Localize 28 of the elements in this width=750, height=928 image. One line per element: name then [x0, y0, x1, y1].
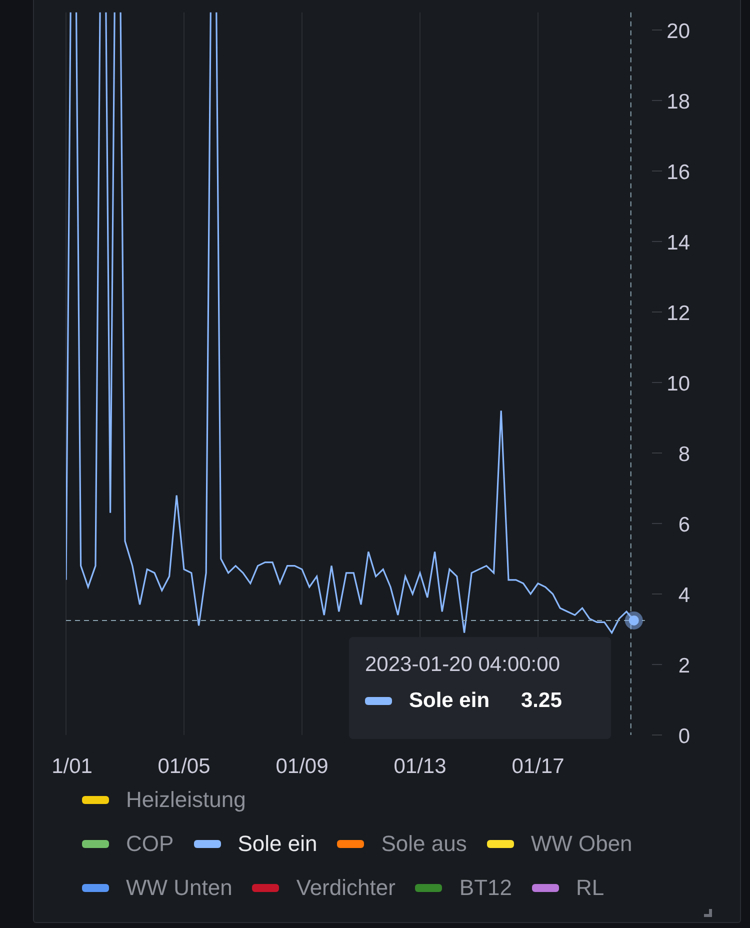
y-axis-label: 20	[666, 20, 690, 43]
legend-item[interactable]: Sole ein	[194, 831, 318, 857]
legend-item[interactable]: Verdichter	[252, 875, 396, 901]
series-name: Sole ein	[409, 689, 491, 713]
legend-item[interactable]: WW Unten	[82, 875, 232, 901]
y-axis-label: 6	[678, 514, 690, 536]
legend-item[interactable]: COP	[82, 831, 174, 857]
x-axis-label: 01/05	[158, 755, 210, 778]
legend-item[interactable]: RL	[532, 875, 604, 901]
series-value: 3.25	[521, 689, 562, 713]
legend-item[interactable]: Heizleistung	[82, 787, 246, 813]
legend-item[interactable]: Sole aus	[337, 831, 467, 857]
legend-item[interactable]: BT12	[415, 875, 512, 901]
y-axis-label: 0	[678, 725, 690, 748]
y-axis-label: 16	[666, 161, 690, 184]
y-axis-label: 4	[678, 584, 690, 607]
y-axis-label: 18	[666, 90, 690, 114]
y-axis-label: 12	[666, 302, 690, 325]
x-axis-label: 01/17	[512, 755, 564, 778]
legend-item[interactable]: WW Oben	[486, 831, 632, 857]
x-axis-label: 01/09	[276, 755, 328, 778]
tooltip-time: 2023-01-20 04:00:00	[365, 653, 561, 677]
y-axis-label: 14	[666, 232, 690, 254]
x-axis-label: 1/01	[52, 755, 92, 778]
x-axis-label: 01/13	[394, 755, 446, 778]
y-axis-label: 2	[678, 654, 690, 678]
y-axis-label: 10	[666, 372, 690, 396]
y-axis-label: 8	[678, 443, 690, 466]
